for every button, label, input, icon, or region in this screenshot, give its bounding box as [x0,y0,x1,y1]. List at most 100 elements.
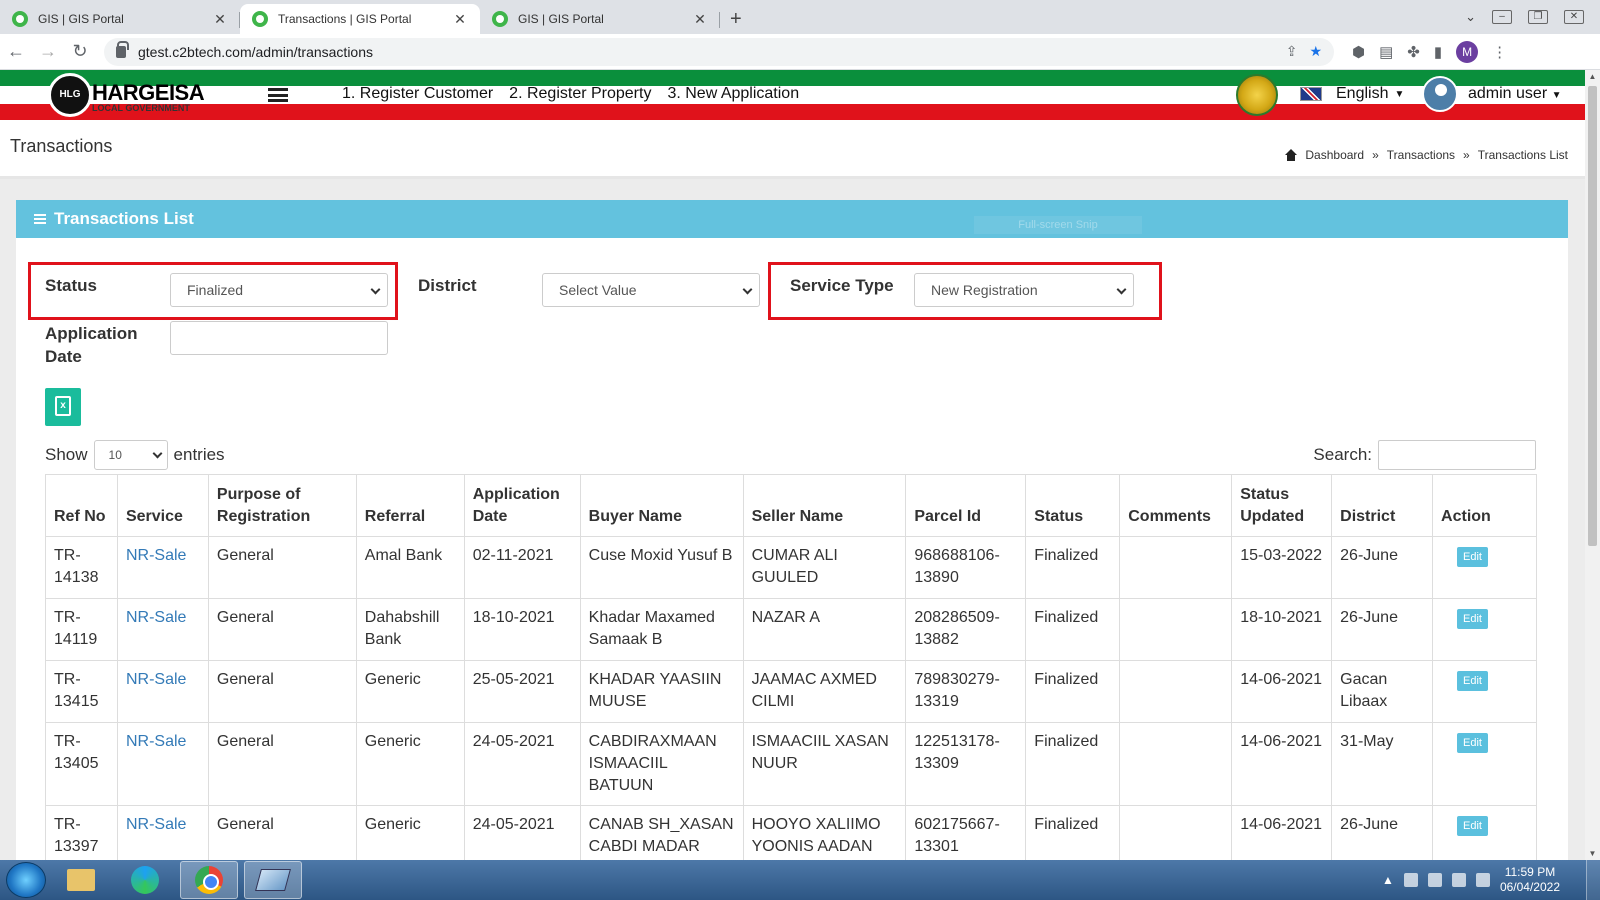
hargeisa-logo-icon[interactable]: HLG [48,73,92,117]
referral-cell: Amal Bank [355,536,465,599]
column-header[interactable]: Ref No [45,474,118,537]
extension-shield-icon[interactable]: ⬢ [1352,43,1365,61]
buyer-name-cell: Khadar Maxamed Samaak B [579,598,744,661]
page-length-select[interactable]: 10 [93,440,168,470]
taskbar-chrome[interactable] [180,861,238,899]
register-customer-link[interactable]: 1. Register Customer [342,85,493,103]
home-icon [1285,149,1298,161]
service-link[interactable]: NR-Sale [116,660,209,723]
scroll-down-icon[interactable]: ▼ [1587,849,1598,858]
user-avatar[interactable] [1422,76,1458,112]
tab-close-icon[interactable]: ✕ [212,11,228,28]
new-tab-icon[interactable]: + [730,4,742,34]
minimize-icon[interactable]: – [1492,10,1512,24]
district-label: District [418,276,477,295]
reload-icon[interactable]: ↻ [64,41,96,62]
status-updated-cell: 14-06-2021 [1231,660,1333,723]
show-label: Show [45,445,88,464]
edit-button[interactable]: Edit [1457,671,1488,691]
network-error-icon[interactable] [1451,873,1466,887]
register-property-link[interactable]: 2. Register Property [509,85,651,103]
profile-avatar[interactable]: M [1456,40,1479,63]
district-select[interactable]: Select Value [542,273,760,307]
taskbar-edge[interactable] [116,861,174,899]
site-header: HLG HARGEISA LOCAL GOVERNMENT 1. Registe… [0,70,1585,120]
extension-clipboard-icon[interactable]: ▤ [1379,43,1393,61]
action-cell: Edit [1432,660,1537,723]
tab-separator [719,12,720,28]
comments-cell [1119,660,1233,723]
browser-tab-2[interactable]: Transactions | GIS Portal ✕ [240,4,480,34]
ref-no-cell: TR-14138 [45,536,118,599]
service-link[interactable]: NR-Sale [116,598,209,661]
column-header[interactable]: Parcel Id [905,474,1027,537]
browser-tab-3[interactable]: GIS | GIS Portal ✕ [480,4,720,34]
edit-button[interactable]: Edit [1457,547,1488,567]
tab-close-icon[interactable]: ✕ [692,11,708,28]
column-header[interactable]: District [1331,474,1434,537]
close-window-icon[interactable]: ✕ [1564,10,1584,24]
column-header[interactable]: Action [1432,474,1537,537]
service-type-label: Service Type [790,276,894,295]
search-input[interactable] [1378,440,1536,470]
user-menu[interactable]: admin user ▼ [1468,85,1562,103]
service-type-select[interactable]: New Registration [914,273,1134,307]
chevron-down-icon [1116,284,1127,295]
taskbar-file-explorer[interactable] [52,861,110,899]
browser-tab-1[interactable]: GIS | GIS Portal ✕ [0,4,240,34]
share-icon[interactable]: ⇪ [1286,43,1298,60]
column-header[interactable]: Application Date [463,474,581,537]
address-bar[interactable]: gtest.c2btech.com/admin/transactions ⇪ ★ [104,37,1334,66]
tab-search-chevron-icon[interactable]: ⌄ [1465,9,1476,25]
language-selector[interactable]: English ▼ [1300,85,1404,103]
tab-close-icon[interactable]: ✕ [452,11,468,28]
signal-bars-icon[interactable] [1475,873,1490,887]
application-date-label-line-2: Date [45,347,82,366]
status-cell: Finalized [1025,805,1121,868]
seller-name-cell: JAAMAC AXMED CILMI [742,660,907,723]
back-arrow-icon[interactable]: ← [0,41,32,62]
scroll-up-icon[interactable]: ▲ [1587,72,1598,81]
column-header[interactable]: Comments [1119,474,1233,537]
edit-button[interactable]: Edit [1457,816,1488,836]
page-length-value: 10 [108,448,122,462]
column-header[interactable]: Status Updated [1231,474,1333,537]
edit-button[interactable]: Edit [1457,609,1488,629]
application-date-input[interactable] [170,321,388,355]
new-application-link[interactable]: 3. New Application [667,85,799,103]
page-scrollbar[interactable]: ▲ ▼ [1585,70,1600,860]
edit-button[interactable]: Edit [1457,733,1488,753]
column-header[interactable]: Status [1025,474,1121,537]
column-header[interactable]: Buyer Name [579,474,744,537]
service-link[interactable]: NR-Sale [116,805,209,868]
tray-expand-icon[interactable]: ▲ [1382,873,1394,887]
show-desktop-button[interactable] [1586,860,1600,900]
user-name: admin user [1468,85,1548,102]
browser-menu-icon[interactable]: ⋮ [1492,43,1507,61]
column-header[interactable]: Referral [355,474,465,537]
volume-muted-icon[interactable] [1403,873,1418,887]
bookmark-star-icon[interactable]: ★ [1309,43,1322,60]
extensions-puzzle-icon[interactable]: ✤ [1407,43,1420,61]
tray-app-icon[interactable] [1427,873,1442,887]
scrollbar-thumb[interactable] [1588,86,1597,546]
taskbar-snipping-tool[interactable] [244,861,302,899]
status-cell: Finalized [1025,536,1121,599]
restore-icon[interactable]: ❐ [1528,10,1548,24]
taskbar-clock[interactable]: 11:59 PM 06/04/2022 [1500,865,1560,895]
hamburger-menu-icon[interactable] [268,88,288,102]
breadcrumb-transactions[interactable]: Transactions [1387,148,1455,162]
breadcrumb-dashboard[interactable]: Dashboard [1305,148,1364,162]
export-excel-button[interactable]: x [45,388,81,426]
purpose-cell: General [207,722,357,806]
forward-arrow-icon[interactable]: → [32,41,64,62]
status-select[interactable]: Finalized [170,273,388,307]
windows-start-icon[interactable] [6,862,46,898]
lock-icon[interactable] [116,40,129,58]
column-header[interactable]: Seller Name [742,474,907,537]
service-link[interactable]: NR-Sale [116,536,209,599]
column-header[interactable]: Service [116,474,209,537]
side-panel-icon[interactable]: ▮ [1434,43,1442,61]
column-header[interactable]: Purpose of Registration [207,474,357,537]
service-link[interactable]: NR-Sale [116,722,209,806]
